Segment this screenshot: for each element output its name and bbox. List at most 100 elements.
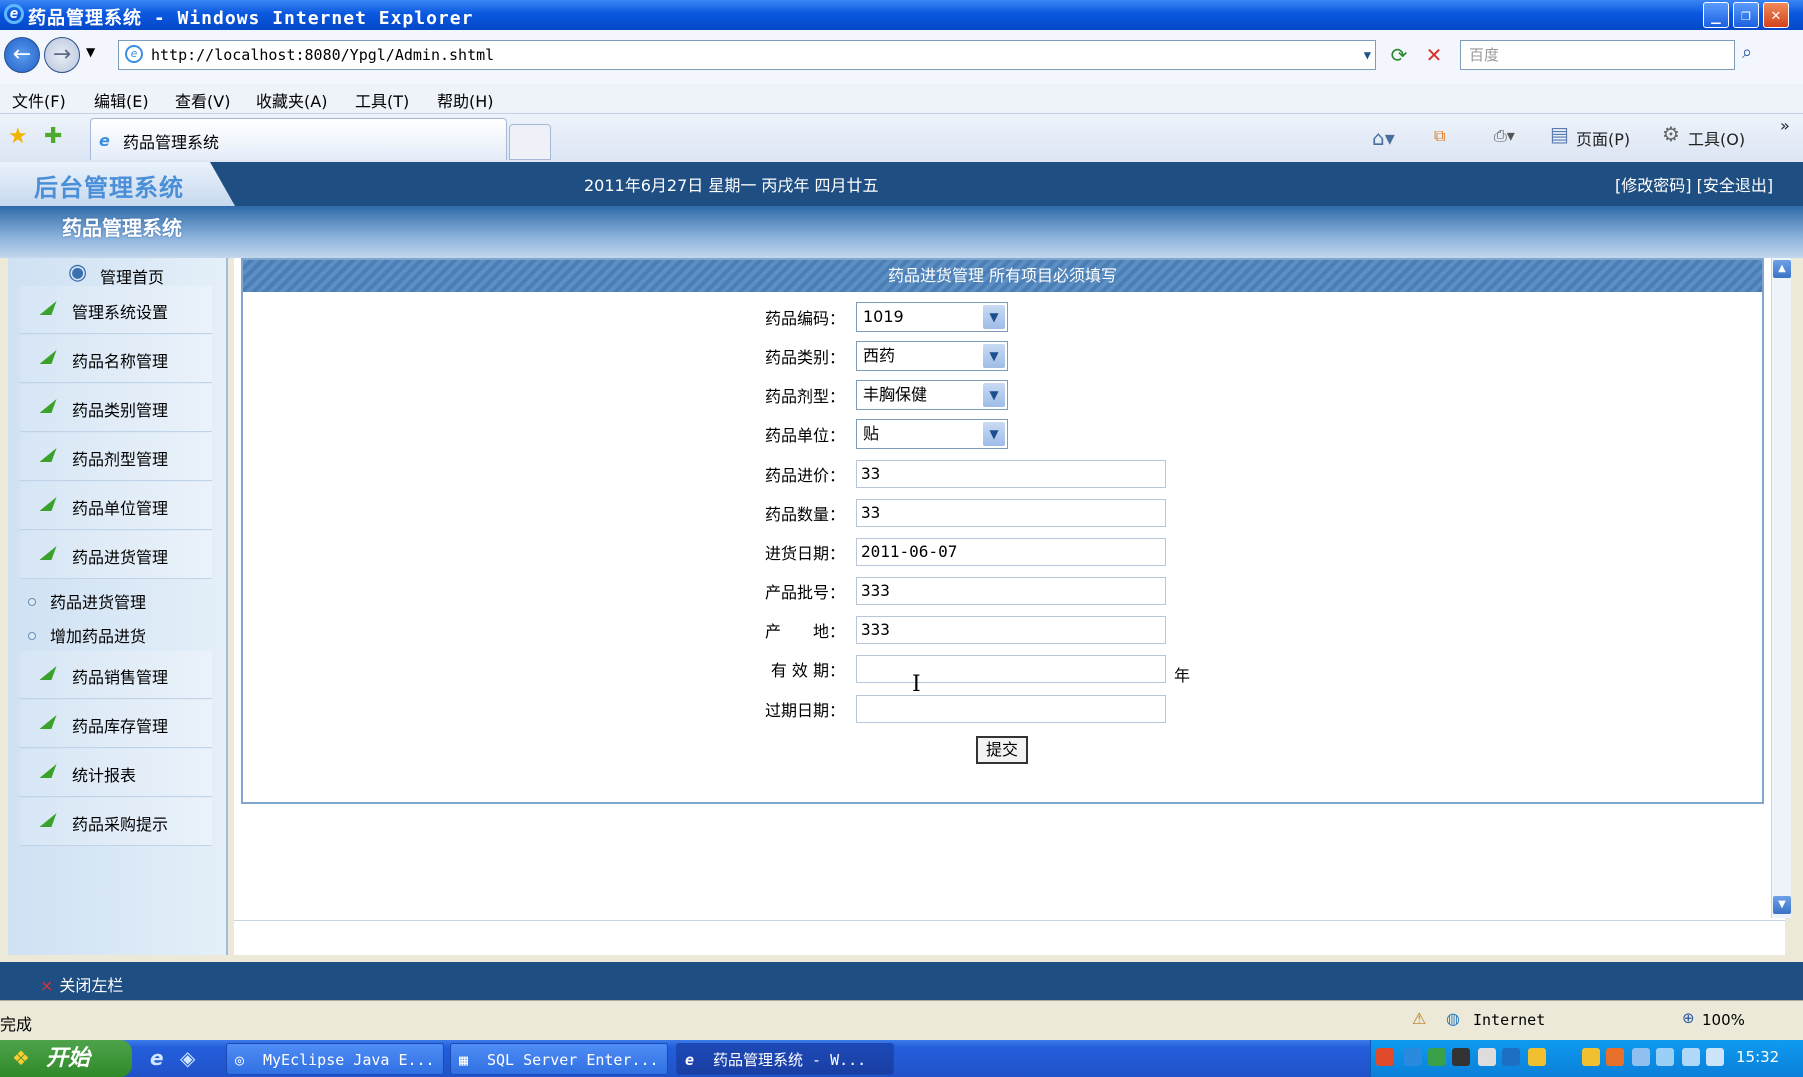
menu-help[interactable]: 帮助(H) (437, 88, 494, 112)
label-purchase-date: 进货日期： (764, 544, 845, 563)
tab-page-icon: e (99, 131, 110, 150)
select-unit[interactable]: 贴 ▼ (856, 419, 1008, 449)
ie-logo-icon: e (4, 4, 24, 24)
label-code: 药品编码： (764, 309, 845, 328)
input-expiry[interactable] (856, 695, 1166, 723)
print-icon[interactable]: ⎙▾ (1494, 126, 1515, 146)
close-left-panel[interactable]: × 关闭左栏 (40, 972, 123, 996)
chevron-down-icon[interactable]: ▼ (983, 422, 1005, 446)
start-button[interactable]: ❖ 开始 (0, 1040, 132, 1077)
quicklaunch-ie-icon[interactable]: e (150, 1046, 164, 1070)
close-icon: × (40, 976, 54, 995)
tray-input-icon[interactable] (1376, 1048, 1394, 1066)
task-ie-drug-system[interactable]: e 药品管理系统 - W... (676, 1043, 894, 1075)
tray-arrow-icon[interactable] (1404, 1048, 1422, 1066)
history-dropdown-icon[interactable]: ▼ (86, 45, 95, 59)
tray-network-icon[interactable] (1428, 1048, 1446, 1066)
leaf-icon (39, 398, 66, 416)
search-icon[interactable]: ⌕ (1742, 42, 1752, 63)
url-dropdown-icon[interactable]: ▼ (1364, 41, 1371, 69)
chevron-down-icon[interactable]: ▼ (983, 383, 1005, 407)
sidebar-item-drug-dosage[interactable]: 药品剂型管理 (20, 433, 212, 481)
input-origin[interactable]: 333 (856, 616, 1166, 644)
leaf-icon (39, 300, 66, 318)
start-label: 开始 (46, 1046, 91, 1071)
menu-view[interactable]: 查看(V) (175, 88, 230, 112)
sidebar-item-drug-sales[interactable]: 药品销售管理 (20, 651, 212, 699)
header-links[interactable]: [修改密码] [安全退出] (1615, 172, 1773, 196)
sidebar-item-reports[interactable]: 统计报表 (20, 749, 212, 797)
task-myeclipse[interactable]: ◎ MyEclipse Java E... (226, 1043, 444, 1075)
tray-network2-icon[interactable] (1682, 1048, 1700, 1066)
input-batch[interactable]: 333 (856, 577, 1166, 605)
favorites-star-icon[interactable]: ★ (8, 124, 28, 149)
sidebar-item-drug-purchase[interactable]: 药品进货管理 (20, 531, 212, 579)
feeds-icon[interactable]: ⧉ (1434, 126, 1445, 146)
sidebar-item-label: 药品进货管理 (72, 548, 169, 567)
select-code-value: 1019 (863, 307, 904, 326)
tab-bar: ★ ✚ e 药品管理系统 ⌂▾ ⧉ ⎙▾ ▤ 页面(P) ⚙ 工具(O) » (0, 114, 1803, 162)
menu-edit[interactable]: 编辑(E) (94, 88, 149, 112)
label-origin: 产 地： (764, 622, 845, 641)
menu-tools[interactable]: 工具(T) (355, 88, 409, 112)
chevron-more-icon[interactable]: » (1780, 116, 1790, 135)
select-dosage[interactable]: 丰胸保健 ▼ (856, 380, 1008, 410)
quicklaunch-desktop-icon[interactable]: ◈ (180, 1046, 195, 1070)
chevron-down-icon[interactable]: ▼ (983, 344, 1005, 368)
minimize-button[interactable]: _ (1703, 2, 1729, 28)
sidebar-item-procurement-tips[interactable]: 药品采购提示 (20, 798, 212, 846)
select-code[interactable]: 1019 ▼ (856, 302, 1008, 332)
forward-button[interactable]: → (44, 37, 80, 73)
select-category[interactable]: 西药 ▼ (856, 341, 1008, 371)
task-sqlserver[interactable]: ▦ SQL Server Enter... (450, 1043, 668, 1075)
add-favorite-icon[interactable]: ✚ (44, 124, 62, 149)
back-button[interactable]: ← (4, 37, 40, 73)
close-window-button[interactable]: ✕ (1763, 2, 1789, 28)
tray-qq-icon[interactable] (1528, 1048, 1546, 1066)
sidebar-item-drug-unit[interactable]: 药品单位管理 (20, 482, 212, 530)
tray-app-icon[interactable] (1478, 1048, 1496, 1066)
zoom-level[interactable]: 100% (1702, 1011, 1745, 1029)
window-title-bar[interactable]: e 药品管理系统 - Windows Internet Explorer _ ❐… (0, 0, 1803, 30)
scroll-up-icon[interactable]: ▲ (1773, 260, 1791, 278)
input-price[interactable]: 33 (856, 460, 1166, 488)
stop-icon[interactable]: ✕ (1419, 40, 1449, 70)
tray-volume-icon[interactable] (1706, 1048, 1724, 1066)
tab-active[interactable]: e 药品管理系统 (90, 118, 507, 160)
tray-app2-icon[interactable] (1502, 1048, 1520, 1066)
chevron-down-icon[interactable]: ▼ (983, 305, 1005, 329)
text-cursor-icon: I (912, 672, 921, 697)
sidebar-subitem-add-purchase[interactable]: 增加药品进货 (28, 623, 146, 647)
tray-ime-icon[interactable] (1606, 1048, 1624, 1066)
label-expiry: 过期日期： (764, 701, 845, 720)
tray-display-icon[interactable] (1632, 1048, 1650, 1066)
sidebar-subitem-purchase-list[interactable]: 药品进货管理 (28, 589, 146, 613)
content-divider (234, 920, 1785, 921)
menu-file[interactable]: 文件(F) (12, 88, 66, 112)
input-purchase-date[interactable]: 2011-06-07 (856, 538, 1166, 566)
sidebar-item-drug-stock[interactable]: 药品库存管理 (20, 700, 212, 748)
sidebar-item-system-settings[interactable]: 管理系统设置 (20, 286, 212, 334)
sidebar-item-drug-category[interactable]: 药品类别管理 (20, 384, 212, 432)
tray-keyboard-icon[interactable] (1452, 1048, 1470, 1066)
page-menu[interactable]: 页面(P) (1576, 126, 1630, 150)
clock: 15:32 (1736, 1048, 1780, 1066)
scrollbar[interactable] (1771, 258, 1791, 918)
home-icon[interactable]: ⌂▾ (1372, 126, 1395, 150)
refresh-icon[interactable]: ⟳ (1384, 40, 1414, 70)
input-quantity[interactable]: 33 (856, 499, 1166, 527)
tray-qq2-icon[interactable] (1582, 1048, 1600, 1066)
url-field[interactable]: e http://localhost:8080/Ypgl/Admin.shtml… (118, 40, 1376, 70)
tools-menu[interactable]: 工具(O) (1688, 126, 1745, 150)
new-tab-button[interactable] (509, 124, 551, 160)
input-validity[interactable] (856, 655, 1166, 683)
tray-sync-icon[interactable] (1656, 1048, 1674, 1066)
label-dosage: 药品剂型： (764, 387, 845, 406)
scroll-down-icon[interactable]: ▼ (1773, 896, 1791, 914)
sidebar-item-drug-name[interactable]: 药品名称管理 (20, 335, 212, 383)
select-unit-value: 贴 (863, 424, 880, 443)
maximize-button[interactable]: ❐ (1733, 2, 1759, 28)
submit-button[interactable]: 提交 (976, 736, 1028, 764)
search-input[interactable]: 百度 (1460, 40, 1735, 70)
menu-favorites[interactable]: 收藏夹(A) (256, 88, 327, 112)
